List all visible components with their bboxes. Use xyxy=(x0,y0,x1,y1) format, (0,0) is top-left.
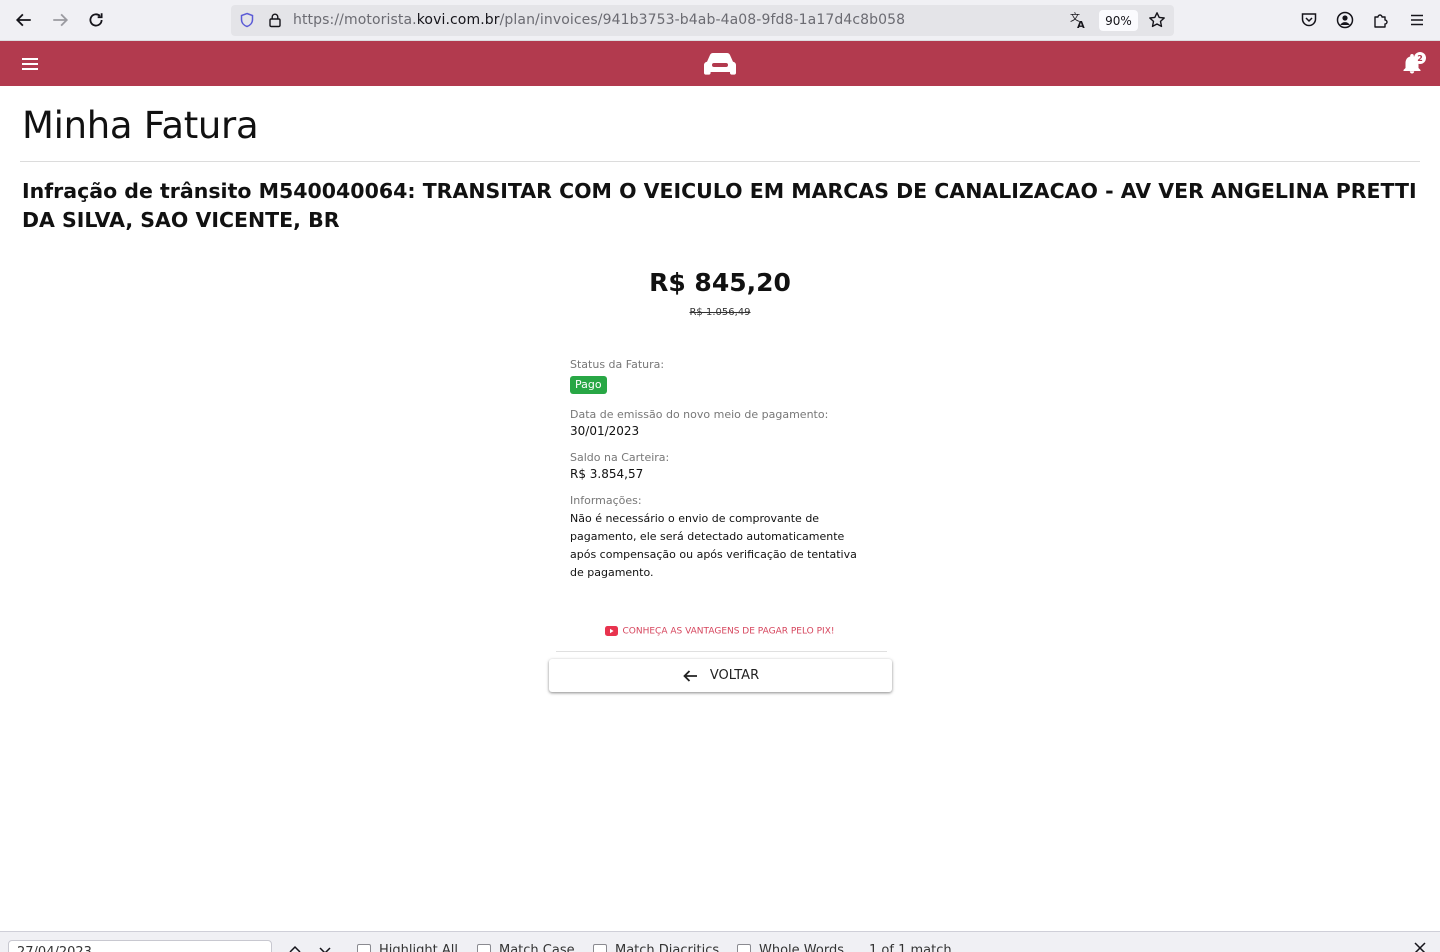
page-title: Minha Fatura xyxy=(22,104,259,147)
lock-icon[interactable] xyxy=(267,12,283,28)
youtube-icon xyxy=(605,626,619,636)
svg-text:A: A xyxy=(1077,20,1085,29)
issue-date-label: Data de emissão do novo meio de pagament… xyxy=(570,408,829,421)
puzzle-icon xyxy=(1374,14,1388,28)
match-diacritics-checkbox[interactable]: Match Diacritics xyxy=(593,943,719,952)
zoom-level-button[interactable]: 90% xyxy=(1099,10,1138,31)
invoice-title: Infração de trânsito M540040064: TRANSIT… xyxy=(22,179,1417,232)
reload-icon xyxy=(89,13,103,27)
account-button[interactable] xyxy=(1334,9,1356,31)
status-badge: Pago xyxy=(570,376,607,394)
action-divider xyxy=(556,651,887,652)
highlight-all-checkbox[interactable]: Highlight All xyxy=(357,943,458,952)
match-diacritics-label: Match Diacritics xyxy=(615,943,720,952)
issue-date-value: 30/01/2023 xyxy=(570,424,640,438)
kovi-car-logo xyxy=(704,53,736,75)
arrow-back-icon xyxy=(683,669,697,682)
wallet-balance-value: R$ 3.854,57 xyxy=(570,467,644,481)
invoice-amount: R$ 845,20 xyxy=(649,268,791,297)
pix-link-label: CONHEÇA AS VANTAGENS DE PAGAR PELO PIX! xyxy=(622,626,835,637)
notifications-button[interactable]: 2 xyxy=(1399,51,1426,77)
address-bar[interactable]: https://motorista.kovi.com.br/plan/invoi… xyxy=(231,5,1174,36)
find-previous-icon[interactable] xyxy=(287,942,303,952)
match-case-checkbox[interactable]: Match Case xyxy=(477,943,575,952)
title-divider xyxy=(20,161,1420,162)
status-label: Status da Fatura: xyxy=(570,358,665,371)
side-menu-button[interactable] xyxy=(18,52,42,76)
back-button-label: VOLTAR xyxy=(709,668,760,683)
checkbox-box xyxy=(593,943,607,952)
checkbox-box xyxy=(477,943,491,952)
arrow-right-icon xyxy=(53,13,69,27)
account-icon xyxy=(1336,11,1354,29)
find-result-count: 1 of 1 match xyxy=(869,943,952,952)
pix-advantages-link[interactable]: CONHEÇA AS VANTAGENS DE PAGAR PELO PIX! xyxy=(0,626,1440,637)
find-next-icon[interactable] xyxy=(317,942,333,952)
original-amount: R$ 1.056,49 xyxy=(689,307,751,318)
url-path: /plan/invoices/941b3753-b4ab-4a08-9fd8-1… xyxy=(499,12,906,28)
shield-icon[interactable] xyxy=(239,12,255,28)
forward-nav-button[interactable] xyxy=(48,8,72,32)
find-input[interactable]: 27/04/2023 xyxy=(8,940,272,952)
url-prefix: https://motorista. xyxy=(293,12,417,28)
hamburger-icon xyxy=(1411,14,1423,26)
wallet-balance-label: Saldo na Carteira: xyxy=(570,451,670,464)
checkbox-box xyxy=(357,943,371,952)
back-button[interactable]: VOLTAR xyxy=(549,659,892,692)
translate-icon[interactable]: 文A xyxy=(1069,11,1087,29)
back-nav-button[interactable] xyxy=(12,8,36,32)
highlight-all-label: Highlight All xyxy=(379,943,458,952)
pocket-icon xyxy=(1301,13,1317,27)
app-menu-button[interactable] xyxy=(1406,9,1428,31)
find-bar: 27/04/2023 Highlight All Match Case Matc… xyxy=(0,931,1440,952)
url-text[interactable]: https://motorista.kovi.com.br/plan/invoi… xyxy=(293,12,905,28)
app-header: 2 xyxy=(0,41,1440,86)
browser-toolbar: https://motorista.kovi.com.br/plan/invoi… xyxy=(0,0,1440,41)
reload-button[interactable] xyxy=(84,8,108,32)
url-domain: kovi.com.br xyxy=(416,12,500,28)
info-label: Informações: xyxy=(570,494,642,507)
invoice-details: Status da Fatura: Pago Data de emissão d… xyxy=(570,357,870,582)
info-text: Não é necessário o envio de comprovante … xyxy=(570,512,857,579)
whole-words-checkbox[interactable]: Whole Words xyxy=(737,943,844,952)
arrow-left-icon xyxy=(15,13,31,27)
menu-icon xyxy=(22,58,38,70)
match-case-label: Match Case xyxy=(499,943,575,952)
bookmark-star-icon[interactable] xyxy=(1148,11,1166,29)
close-icon[interactable] xyxy=(1413,941,1427,952)
checkbox-box xyxy=(737,943,751,952)
pocket-button[interactable] xyxy=(1298,9,1320,31)
whole-words-label: Whole Words xyxy=(759,943,844,952)
notification-count-badge: 2 xyxy=(1414,52,1426,64)
extensions-button[interactable] xyxy=(1370,9,1392,31)
